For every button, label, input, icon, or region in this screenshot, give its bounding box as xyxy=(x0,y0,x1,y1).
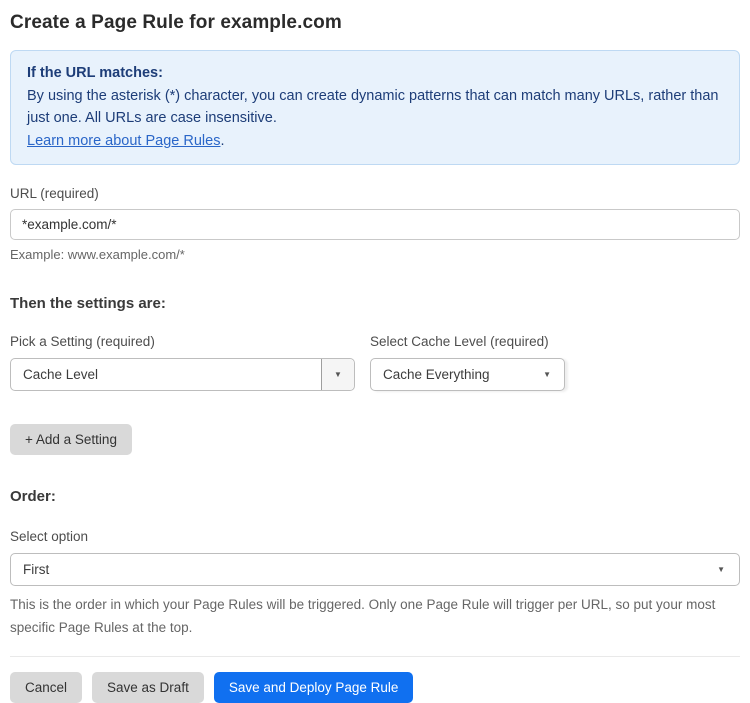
cache-level-value: Cache Everything xyxy=(383,367,490,382)
page-title: Create a Page Rule for example.com xyxy=(10,12,342,33)
setting-picker-value: Cache Level xyxy=(23,367,99,382)
order-dropdown[interactable]: First ▼ xyxy=(10,553,740,586)
url-field-label: URL (required) xyxy=(10,186,99,201)
settings-section-heading: Then the settings are: xyxy=(10,295,166,312)
chevron-down-icon: ▼ xyxy=(334,369,342,379)
order-section-heading: Order: xyxy=(10,488,56,505)
url-input[interactable] xyxy=(10,209,740,240)
info-box-heading: If the URL matches: xyxy=(27,65,163,81)
footer-divider xyxy=(10,656,740,657)
cancel-button[interactable]: Cancel xyxy=(10,672,83,703)
footer-actions: Cancel Save as Draft Save and Deploy Pag… xyxy=(10,672,740,703)
order-helper-text: This is the order in which your Page Rul… xyxy=(10,597,716,635)
link-suffix: . xyxy=(220,132,225,149)
url-matches-info-box: If the URL matches: By using the asteris… xyxy=(10,50,740,165)
setting-picker-caret-box[interactable]: ▼ xyxy=(321,359,354,390)
order-select-label: Select option xyxy=(10,529,89,544)
info-box-link-line: Learn more about Page Rules. xyxy=(27,130,723,153)
url-example-helper: Example: www.example.com/* xyxy=(10,247,185,262)
save-as-draft-button[interactable]: Save as Draft xyxy=(92,672,204,703)
setting-picker-dropdown[interactable]: Cache Level ▼ xyxy=(10,358,355,391)
setting-picker-label: Pick a Setting (required) xyxy=(10,334,155,349)
add-setting-button[interactable]: + Add a Setting xyxy=(10,424,132,455)
info-box-body: By using the asterisk (*) character, you… xyxy=(27,87,719,127)
settings-row: Pick a Setting (required) Cache Level ▼ … xyxy=(10,312,740,391)
chevron-down-icon: ▼ xyxy=(543,369,551,379)
chevron-down-icon: ▼ xyxy=(717,564,725,574)
learn-more-link[interactable]: Learn more about Page Rules xyxy=(27,133,220,149)
create-page-rule-form: Create a Page Rule for example.com If th… xyxy=(0,0,750,703)
cache-level-column: Select Cache Level (required) Cache Ever… xyxy=(370,312,565,391)
order-value: First xyxy=(23,562,50,577)
save-and-deploy-button[interactable]: Save and Deploy Page Rule xyxy=(213,672,414,703)
cache-level-label: Select Cache Level (required) xyxy=(370,334,549,349)
setting-picker-column: Pick a Setting (required) Cache Level ▼ xyxy=(10,312,355,391)
cache-level-dropdown[interactable]: Cache Everything ▼ xyxy=(370,358,565,391)
